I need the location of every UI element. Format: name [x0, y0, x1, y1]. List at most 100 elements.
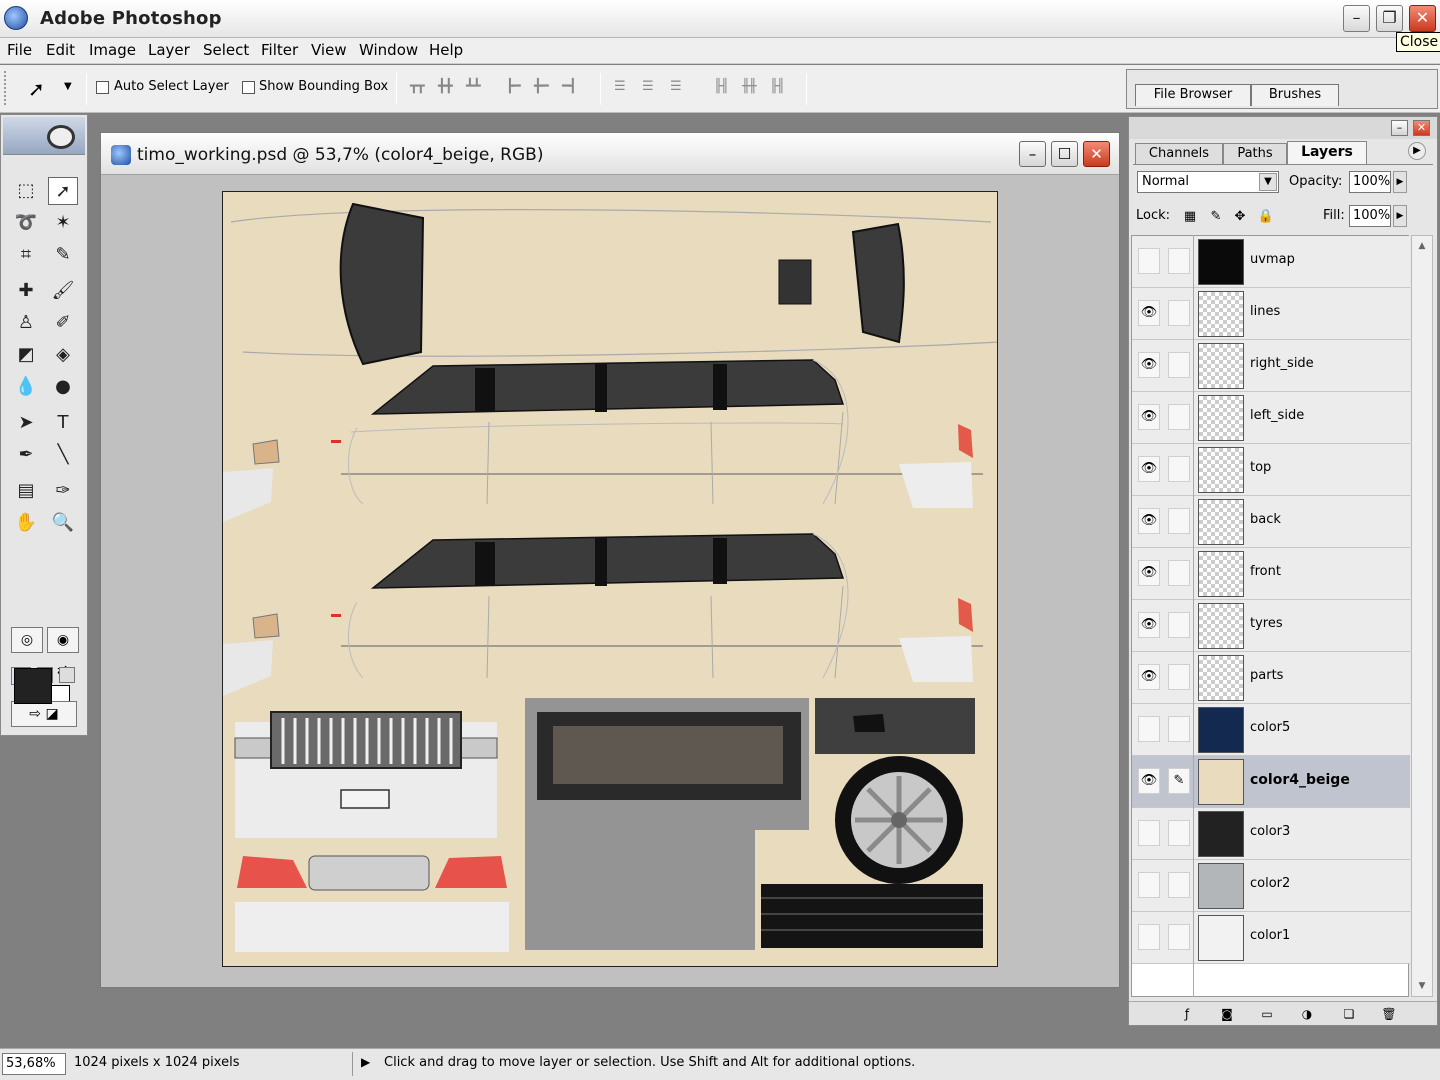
adobe-online-eye-icon[interactable]	[47, 125, 75, 149]
minimize-button[interactable]: –	[1343, 5, 1370, 32]
layer-row-tyres[interactable]: 👁 tyres	[1132, 600, 1410, 652]
blend-mode-select[interactable]: Normal ▼	[1137, 171, 1279, 193]
eye-icon[interactable]: 👁	[1138, 352, 1160, 378]
new-layer-icon[interactable]: ❏	[1339, 1005, 1359, 1023]
eyedropper-tool-icon[interactable]: ✑	[48, 477, 78, 505]
show-bounding-box-checkbox[interactable]	[242, 81, 255, 94]
layer-link-toggle[interactable]	[1168, 352, 1190, 378]
layer-row-back[interactable]: 👁 back	[1132, 496, 1410, 548]
clone-stamp-tool-icon[interactable]: ♙	[11, 309, 41, 337]
eye-icon[interactable]: 👁	[1138, 456, 1160, 482]
trash-icon[interactable]: 🗑	[1379, 1005, 1399, 1023]
layer-link-toggle[interactable]	[1168, 248, 1190, 274]
zoom-tool-icon[interactable]: 🔍	[48, 509, 78, 537]
align-top-icon[interactable]: ┳┳	[410, 79, 434, 97]
tab-channels[interactable]: Channels	[1135, 143, 1223, 165]
align-hcenter-icon[interactable]: ╋━	[534, 79, 558, 97]
tab-paths[interactable]: Paths	[1223, 143, 1287, 165]
align-left-icon[interactable]: ┣━	[506, 79, 530, 97]
layer-row-left-side[interactable]: 👁 left_side	[1132, 392, 1410, 444]
dodge-tool-icon[interactable]: ●	[48, 373, 78, 401]
layer-link-toggle[interactable]	[1168, 820, 1190, 846]
opacity-input[interactable]: 100%	[1349, 171, 1391, 193]
layer-link-toggle[interactable]	[1168, 560, 1190, 586]
document-title-bar[interactable]: timo_working.psd @ 53,7% (color4_beige, …	[101, 133, 1119, 175]
distribute-right-icon[interactable]: ╟╢	[770, 79, 794, 97]
palette-minimize-button[interactable]: –	[1391, 120, 1408, 136]
brush-tool-icon[interactable]: 🖌	[48, 277, 78, 305]
fill-slider-arrow-icon[interactable]: ▶	[1393, 205, 1407, 227]
zoom-level-input[interactable]: 53,68%	[2, 1053, 66, 1075]
layer-link-toggle[interactable]	[1168, 456, 1190, 482]
distribute-top-icon[interactable]: ☰	[614, 79, 638, 97]
menu-edit[interactable]: Edit	[46, 41, 75, 59]
menu-select[interactable]: Select	[203, 41, 249, 59]
layer-link-toggle[interactable]	[1168, 612, 1190, 638]
tab-file-browser[interactable]: File Browser	[1135, 84, 1251, 106]
distribute-bottom-icon[interactable]: ☰	[670, 79, 694, 97]
standard-mode-button[interactable]: ◎	[11, 627, 43, 653]
path-selection-tool-icon[interactable]: ➤	[11, 409, 41, 437]
doc-minimize-button[interactable]: –	[1019, 141, 1046, 167]
distribute-hcenter-icon[interactable]: ╫╫	[742, 79, 766, 97]
brush-icon[interactable]: ✎	[1168, 768, 1190, 794]
layer-row-uvmap[interactable]: uvmap	[1132, 236, 1410, 288]
align-bottom-icon[interactable]: ┻┻	[466, 79, 490, 97]
add-mask-icon[interactable]: ◙	[1217, 1005, 1237, 1023]
eye-icon[interactable]: 👁	[1138, 300, 1160, 326]
doc-close-button[interactable]: ✕	[1083, 141, 1110, 167]
layer-link-toggle[interactable]	[1168, 664, 1190, 690]
canvas[interactable]	[222, 191, 998, 967]
crop-tool-icon[interactable]: ⌗	[11, 241, 41, 269]
layer-link-toggle[interactable]	[1168, 300, 1190, 326]
full-screen-mode-icon[interactable]	[59, 667, 75, 683]
lock-all-icon[interactable]: 🔒	[1257, 209, 1275, 227]
scroll-up-icon[interactable]: ▲	[1414, 238, 1430, 254]
layer-row-parts[interactable]: 👁 parts	[1132, 652, 1410, 704]
eye-icon[interactable]: 👁	[1138, 404, 1160, 430]
menu-window[interactable]: Window	[359, 41, 418, 59]
layer-row-lines[interactable]: 👁 lines	[1132, 288, 1410, 340]
quick-mask-mode-button[interactable]: ◉	[47, 627, 79, 653]
line-tool-icon[interactable]: ╲	[48, 441, 78, 469]
opacity-slider-arrow-icon[interactable]: ▶	[1393, 171, 1407, 193]
paint-bucket-tool-icon[interactable]: ◈	[48, 341, 78, 369]
status-menu-arrow-icon[interactable]: ▶	[361, 1055, 370, 1069]
close-button[interactable]: ✕	[1409, 5, 1436, 32]
lasso-tool-icon[interactable]: ➰	[11, 209, 41, 237]
menu-filter[interactable]: Filter	[261, 41, 298, 59]
lock-image-icon[interactable]: ✎	[1207, 209, 1225, 227]
scroll-down-icon[interactable]: ▼	[1414, 978, 1430, 994]
lock-transparency-icon[interactable]: ▦	[1181, 209, 1199, 227]
layer-row-color1[interactable]: color1	[1132, 912, 1410, 964]
options-bar-grip[interactable]	[4, 71, 8, 105]
layer-list-scrollbar[interactable]: ▲ ▼	[1411, 235, 1433, 997]
visibility-toggle[interactable]	[1138, 924, 1160, 950]
tab-brushes[interactable]: Brushes	[1251, 84, 1339, 106]
pen-tool-icon[interactable]: ✒	[11, 441, 41, 469]
marquee-tool-icon[interactable]: ⬚	[11, 177, 41, 205]
doc-maximize-button[interactable]: ☐	[1051, 141, 1078, 167]
move-tool-preset-icon[interactable]: ➚	[28, 77, 45, 101]
layer-link-toggle[interactable]	[1168, 872, 1190, 898]
eye-icon[interactable]: 👁	[1138, 768, 1160, 794]
layer-row-front[interactable]: 👁 front	[1132, 548, 1410, 600]
layer-link-toggle[interactable]	[1168, 716, 1190, 742]
restore-button[interactable]: ❐	[1376, 5, 1403, 32]
type-tool-icon[interactable]: T	[48, 409, 78, 437]
move-tool-icon[interactable]: ➚	[48, 177, 78, 205]
notes-tool-icon[interactable]: ▤	[11, 477, 41, 505]
healing-brush-tool-icon[interactable]: ✚	[11, 277, 41, 305]
foreground-color-swatch[interactable]	[14, 668, 52, 704]
distribute-left-icon[interactable]: ╟╢	[714, 79, 738, 97]
distribute-vcenter-icon[interactable]: ☰	[642, 79, 666, 97]
visibility-toggle[interactable]	[1138, 248, 1160, 274]
slice-tool-icon[interactable]: ✎	[48, 241, 78, 269]
visibility-toggle[interactable]	[1138, 820, 1160, 846]
layer-row-color2[interactable]: color2	[1132, 860, 1410, 912]
tab-layers[interactable]: Layers	[1287, 141, 1367, 165]
eraser-tool-icon[interactable]: ◩	[11, 341, 41, 369]
blur-tool-icon[interactable]: 💧	[11, 373, 41, 401]
align-right-icon[interactable]: ━┫	[562, 79, 586, 97]
menu-file[interactable]: File	[7, 41, 32, 59]
